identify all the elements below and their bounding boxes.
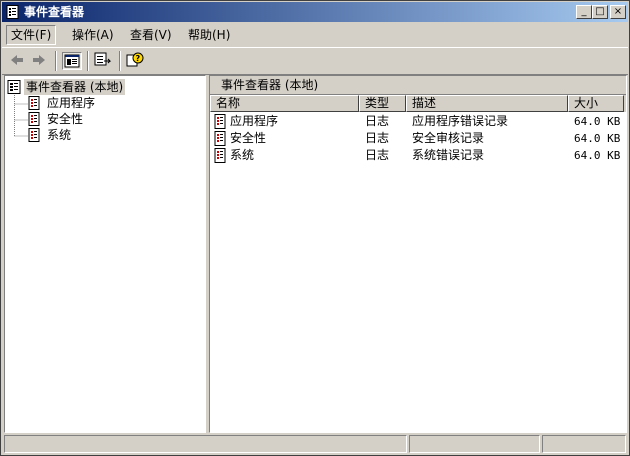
tree-label-root: 事件查看器 (本地) — [24, 79, 126, 95]
row-description: 系统错误记录 — [412, 148, 485, 162]
list-item[interactable]: 安全性 日志 安全审核记录 64.0 KB — [210, 130, 626, 147]
status-panel-middle — [409, 435, 540, 453]
tree-label-application: 应用程序 — [47, 96, 96, 110]
tree-item-security[interactable]: 安全性 — [5, 111, 203, 127]
export-list-icon — [94, 52, 112, 66]
details-pane: 事件查看器 (本地) 名称 类型 描述 大小 应用程序 日志 应用程序错误记录 … — [209, 75, 627, 433]
status-panel-main — [4, 435, 407, 453]
back-button[interactable] — [8, 52, 28, 70]
toolbar-separator — [119, 51, 121, 71]
details-pane-title: 事件查看器 (本地) — [221, 78, 319, 92]
window-title: 事件查看器 — [24, 5, 85, 19]
tree-item-system[interactable]: 系统 — [5, 127, 203, 143]
close-icon: × — [613, 6, 623, 17]
row-description: 安全审核记录 — [412, 131, 485, 145]
log-icon — [214, 131, 226, 146]
row-size: 64.0 KB — [574, 149, 621, 162]
export-list-button[interactable] — [94, 52, 114, 70]
toolbar-separator — [87, 51, 89, 71]
row-description: 应用程序错误记录 — [412, 114, 509, 128]
row-size: 64.0 KB — [574, 132, 621, 145]
minimize-button[interactable]: _ — [576, 5, 592, 19]
column-headers: 名称 类型 描述 大小 — [210, 95, 626, 112]
row-name: 应用程序 — [230, 114, 279, 128]
event-viewer-icon — [7, 80, 21, 94]
menu-help[interactable]: 帮助(H) — [184, 26, 234, 44]
menu-file[interactable]: 文件(F) — [6, 25, 57, 45]
row-type: 日志 — [365, 114, 390, 128]
tree-item-application[interactable]: 应用程序 — [5, 95, 203, 111]
menu-view[interactable]: 查看(V) — [126, 26, 176, 44]
menu-action[interactable]: 操作(A) — [68, 26, 118, 44]
status-bar — [2, 435, 628, 455]
row-name: 系统 — [230, 148, 255, 162]
maximize-icon: □ — [595, 6, 605, 17]
event-viewer-app-icon — [6, 5, 19, 19]
tree-label-security: 安全性 — [47, 112, 84, 126]
status-panel-right — [542, 435, 626, 453]
show-hide-console-tree-button[interactable] — [62, 52, 82, 70]
help-button[interactable]: ? — [126, 52, 146, 70]
minimize-icon: _ — [581, 6, 587, 17]
row-type: 日志 — [365, 131, 390, 145]
log-icon — [214, 114, 226, 129]
log-icon — [214, 148, 226, 163]
row-size: 64.0 KB — [574, 115, 621, 128]
event-viewer-window: 事件查看器 _ □ × 文件(F) 操作(A) 查看(V) 帮助(H) ? 事件… — [0, 0, 630, 456]
list-item[interactable]: 系统 日志 系统错误记录 64.0 KB — [210, 147, 626, 164]
toolbar-separator — [55, 51, 57, 71]
list-item[interactable]: 应用程序 日志 应用程序错误记录 64.0 KB — [210, 113, 626, 130]
log-icon — [28, 128, 40, 142]
log-icon — [28, 96, 40, 110]
log-icon — [28, 112, 40, 126]
column-header-description[interactable]: 描述 — [406, 95, 568, 112]
title-bar[interactable]: 事件查看器 _ □ × — [2, 2, 628, 22]
forward-arrow-icon — [33, 55, 45, 65]
tree-item-root[interactable]: 事件查看器 (本地) — [5, 79, 203, 95]
details-pane-header: 事件查看器 (本地) — [210, 76, 626, 95]
column-header-type[interactable]: 类型 — [359, 95, 406, 112]
maximize-button[interactable]: □ — [592, 5, 608, 19]
forward-button[interactable] — [30, 52, 50, 70]
show-hide-console-tree-icon — [64, 54, 80, 68]
column-header-name[interactable]: 名称 — [210, 95, 359, 112]
tree-label-system: 系统 — [47, 128, 72, 142]
row-name: 安全性 — [230, 131, 267, 145]
toolbar: ? — [2, 47, 628, 75]
svg-text:?: ? — [136, 54, 141, 63]
back-arrow-icon — [11, 55, 23, 65]
row-type: 日志 — [365, 148, 390, 162]
help-icon: ? — [126, 52, 144, 67]
column-header-size[interactable]: 大小 — [568, 95, 624, 112]
console-tree[interactable]: 事件查看器 (本地) 应用程序 安全性 系统 — [4, 75, 206, 433]
menu-bar: 文件(F) 操作(A) 查看(V) 帮助(H) — [2, 24, 628, 46]
close-button[interactable]: × — [610, 5, 626, 19]
